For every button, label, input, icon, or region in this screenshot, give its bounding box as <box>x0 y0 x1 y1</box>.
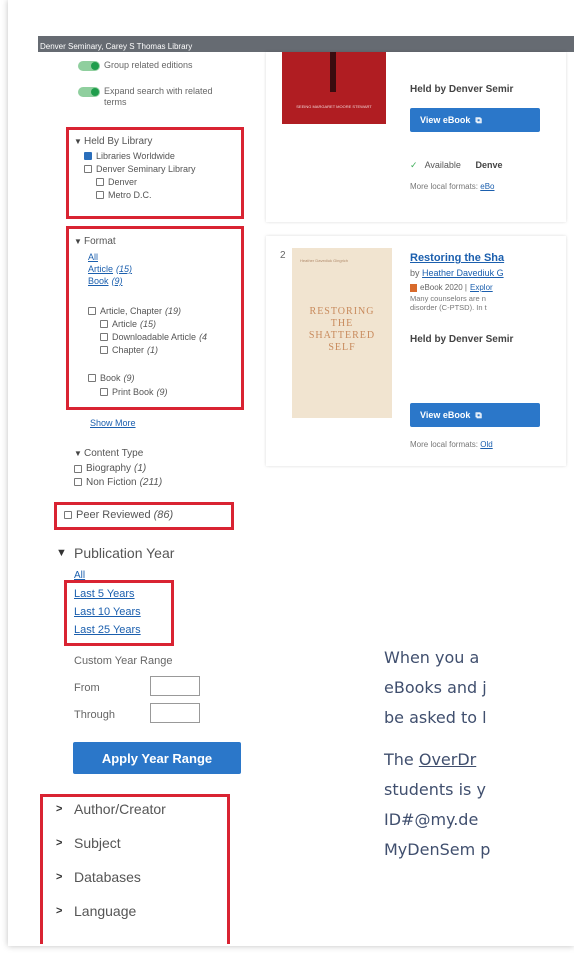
year-from-input[interactable] <box>150 676 200 696</box>
format-link-all[interactable]: All <box>88 252 98 262</box>
toggle-expand-search[interactable]: Expand search with related terms <box>78 86 213 108</box>
peer-reviewed-option[interactable]: Peer Reviewed (86) <box>64 509 173 521</box>
doc-line: students is y <box>384 780 486 799</box>
facet-databases[interactable]: > Databases <box>56 869 141 885</box>
check-icon: ✓ <box>410 160 418 170</box>
format-option[interactable]: Chapter (1) <box>100 345 158 355</box>
format-option[interactable]: Article (15) <box>100 319 156 329</box>
chevron-down-icon: ▼ <box>74 237 82 246</box>
ebook-icon <box>410 283 417 292</box>
doc-line: When you a <box>384 648 480 667</box>
chevron-down-icon: ▼ <box>74 449 82 458</box>
facet-author[interactable]: > Author/Creator <box>56 801 166 817</box>
checkbox-checked-icon[interactable] <box>84 152 92 160</box>
content-type-option[interactable]: Biography (1) <box>74 463 146 474</box>
format-show-more[interactable]: Show More <box>90 418 136 428</box>
result-description: Many counselors are n disorder (C-PTSD).… <box>410 294 487 312</box>
cover-title: RESTORING THE SHATTERED SELF <box>308 306 376 353</box>
checkbox-icon[interactable] <box>64 511 72 519</box>
local-formats: More local formats: Old <box>410 440 493 449</box>
view-ebook-button[interactable]: View eBook ⧉ <box>410 108 540 132</box>
through-label: Through <box>74 709 115 721</box>
held-by-text: Held by Denver Semir <box>410 334 514 345</box>
held-by-text: Held by Denver Semir <box>410 84 514 95</box>
chevron-right-icon: > <box>56 837 63 849</box>
result-number: 2 <box>280 250 286 261</box>
apply-year-range-button[interactable]: Apply Year Range <box>73 742 241 774</box>
overdrive-link[interactable]: OverDr <box>419 750 476 769</box>
toggle-group-editions[interactable]: Group related editions <box>78 60 193 71</box>
chevron-right-icon: > <box>56 905 63 917</box>
content-type-option[interactable]: Non Fiction (211) <box>74 477 162 487</box>
checkbox-icon[interactable] <box>88 374 96 382</box>
custom-year-label: Custom Year Range <box>74 655 173 667</box>
result-format: eBook 2020 | Explor <box>410 283 493 292</box>
availability-status: ✓ Available Denve <box>410 160 503 170</box>
year-link-25[interactable]: Last 25 Years <box>74 624 141 636</box>
format-option[interactable]: Article, Chapter (19) <box>88 306 181 316</box>
local-formats: More local formats: eBo <box>410 182 495 191</box>
doc-line: The OverDr <box>384 750 477 769</box>
doc-line: eBooks and j <box>384 678 487 697</box>
cover-figure <box>330 52 336 92</box>
publication-year-heading[interactable]: ▼ Publication Year <box>56 545 174 561</box>
format-option[interactable]: Print Book (9) <box>100 387 168 397</box>
checkbox-icon[interactable] <box>100 346 108 354</box>
held-by-option[interactable]: Libraries Worldwide <box>84 151 175 161</box>
checkbox-icon[interactable] <box>100 333 108 341</box>
local-format-link[interactable]: eBo <box>480 182 494 191</box>
held-by-option[interactable]: Metro D.C. <box>96 190 152 200</box>
book-cover-image[interactable]: Heather Davediuk Gingrich RESTORING THE … <box>292 248 392 418</box>
doc-line: be asked to l <box>384 708 487 727</box>
result-author: by Heather Davediuk G <box>410 268 504 278</box>
format-link-book[interactable]: Book (9) <box>88 276 123 286</box>
checkbox-icon[interactable] <box>96 191 104 199</box>
checkbox-icon[interactable] <box>74 464 82 473</box>
checkbox-icon[interactable] <box>100 320 108 328</box>
checkbox-icon[interactable] <box>96 178 104 186</box>
author-link[interactable]: Heather Davediuk G <box>422 268 504 278</box>
held-by-heading[interactable]: ▼ Held By Library <box>74 136 152 147</box>
result-title-link[interactable]: Restoring the Sha <box>410 252 504 264</box>
local-format-link[interactable]: Old <box>480 440 492 449</box>
year-link-5[interactable]: Last 5 Years <box>74 588 135 600</box>
format-link-article[interactable]: Article (15) <box>88 264 132 274</box>
view-ebook-button[interactable]: View eBook ⧉ <box>410 403 540 427</box>
doc-line: ID#@my.de <box>384 810 479 829</box>
external-link-icon: ⧉ <box>475 114 482 125</box>
format-option[interactable]: Book (9) <box>88 373 135 383</box>
chevron-down-icon: ▼ <box>74 137 82 146</box>
doc-line: MyDenSem p <box>384 840 491 859</box>
toggle-switch-icon[interactable] <box>78 61 100 71</box>
format-heading[interactable]: ▼ Format <box>74 236 116 247</box>
external-link-icon: ⧉ <box>475 409 482 420</box>
library-name: Denver Seminary, Carey S Thomas Library <box>40 42 193 51</box>
year-through-input[interactable] <box>150 703 200 723</box>
held-by-option[interactable]: Denver Seminary Library <box>84 164 196 174</box>
checkbox-icon[interactable] <box>88 307 96 315</box>
year-link-10[interactable]: Last 10 Years <box>74 606 141 618</box>
chevron-down-icon: ▼ <box>56 547 67 559</box>
explore-link[interactable]: Explor <box>470 283 493 292</box>
facet-subject[interactable]: > Subject <box>56 835 121 851</box>
chevron-right-icon: > <box>56 871 63 883</box>
checkbox-icon[interactable] <box>84 165 92 173</box>
facet-language[interactable]: > Language <box>56 903 136 919</box>
chevron-right-icon: > <box>56 803 63 815</box>
checkbox-icon[interactable] <box>100 388 108 396</box>
toggle-switch-icon[interactable] <box>78 87 100 97</box>
format-option[interactable]: Downloadable Article (4 <box>100 332 207 342</box>
book-cover-image[interactable]: SEEING MARGARET MOORE STEWART <box>282 52 386 124</box>
held-by-option[interactable]: Denver <box>96 177 137 187</box>
checkbox-icon[interactable] <box>74 478 82 486</box>
library-bar: Denver Seminary, Carey S Thomas Library <box>38 36 574 52</box>
from-label: From <box>74 682 100 694</box>
content-type-heading[interactable]: ▼ Content Type <box>74 448 143 459</box>
